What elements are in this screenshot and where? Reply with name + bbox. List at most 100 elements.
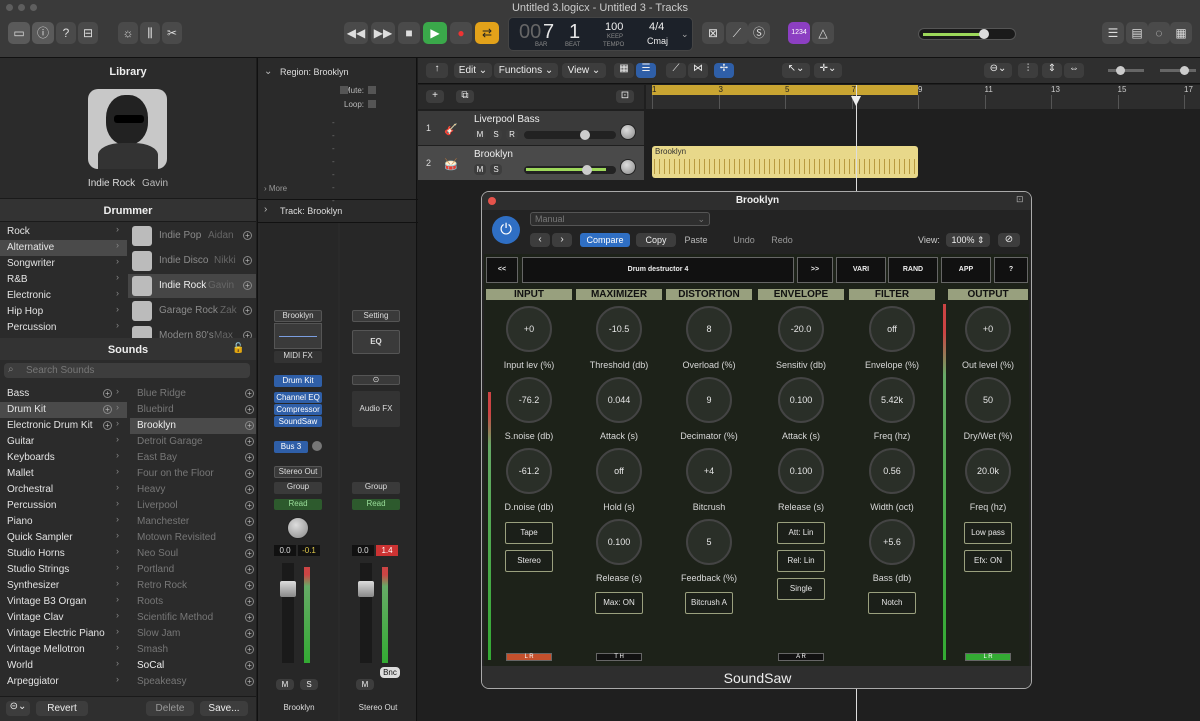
setting-toggle-input[interactable]: Stereo xyxy=(505,550,553,572)
audio-fx-slot[interactable]: Audio FX xyxy=(352,391,400,427)
horizontal-zoom-icon[interactable]: ⇔ xyxy=(1064,63,1084,78)
add-icon[interactable]: + xyxy=(245,533,254,542)
automation-icon[interactable]: ⟋ xyxy=(666,63,686,78)
track-2-mute-button[interactable]: M xyxy=(474,164,486,175)
sound-patch-item[interactable]: Roots xyxy=(130,594,256,610)
add-icon[interactable]: + xyxy=(245,581,254,590)
drummer-region[interactable]: Brooklyn xyxy=(652,146,918,178)
mixer-icon[interactable]: ⫼ xyxy=(140,22,160,44)
notepad-icon[interactable]: ▤ xyxy=(1126,22,1148,44)
paste-button[interactable]: Paste xyxy=(678,233,714,247)
add-icon[interactable]: + xyxy=(245,517,254,526)
count-in-button[interactable]: 1234 xyxy=(788,22,810,44)
automation-read-2[interactable]: Read xyxy=(352,499,400,510)
catch-icon[interactable]: ✢ xyxy=(714,63,734,78)
app-button[interactable]: APP xyxy=(941,257,991,283)
solo-button[interactable]: S xyxy=(300,679,318,690)
add-track-icon[interactable]: + xyxy=(426,90,444,103)
library-icon[interactable]: ▭ xyxy=(8,22,30,44)
drummer-kit-item[interactable]: Indie Rock Gavin + xyxy=(128,274,256,298)
lock-icon[interactable]: 🔓 xyxy=(232,343,244,354)
plugin-resize-icon[interactable]: ⊡ xyxy=(1016,194,1024,205)
search-sounds-field[interactable]: ⌕ Search Sounds xyxy=(4,363,250,378)
bounce-button[interactable]: Bnc xyxy=(380,667,400,678)
sound-category-item[interactable]: Synthesizer xyxy=(0,578,127,594)
undo-button[interactable]: Undo xyxy=(726,233,762,247)
delete-button[interactable]: Delete xyxy=(146,701,194,716)
master-volume-knob[interactable] xyxy=(979,29,989,39)
cycle-icon[interactable]: ⇄ xyxy=(475,22,499,44)
sound-category-item[interactable]: Mallet xyxy=(0,466,127,482)
save-button[interactable]: Save... xyxy=(200,701,248,716)
add-icon[interactable]: + xyxy=(245,629,254,638)
volume-fader-track-2[interactable] xyxy=(358,563,374,663)
ruler[interactable]: 1 3 5 7 9 11 13 15 17 xyxy=(646,85,1200,109)
sound-patch-item[interactable]: Manchester xyxy=(130,514,256,530)
setting-toggle-env[interactable]: Att: Lin xyxy=(777,522,825,544)
sound-category-item[interactable]: Quick Sampler xyxy=(0,530,127,546)
mute-checkbox[interactable] xyxy=(368,86,376,94)
add-icon[interactable]: + xyxy=(243,231,252,240)
sound-category-item[interactable]: Keyboards xyxy=(0,450,127,466)
add-icon[interactable]: + xyxy=(103,421,112,430)
add-icon[interactable]: + xyxy=(243,256,252,265)
genre-item[interactable]: R&B xyxy=(0,272,127,288)
send-slot[interactable]: Bus 3 xyxy=(274,441,308,453)
redo-button[interactable]: Redo xyxy=(764,233,800,247)
sound-category-item[interactable]: Orchestral xyxy=(0,482,127,498)
volume-fader-handle[interactable] xyxy=(280,581,296,597)
genre-item[interactable]: Songwriter xyxy=(0,256,127,272)
add-icon[interactable]: + xyxy=(245,469,254,478)
sound-category-item[interactable]: Studio Strings xyxy=(0,562,127,578)
sound-category-item[interactable]: Vintage Electric Piano xyxy=(0,626,127,642)
link-icon[interactable]: ⊙ xyxy=(352,375,400,385)
group-slot-2[interactable]: Group xyxy=(352,482,400,494)
automation-read[interactable]: Read xyxy=(274,499,322,510)
setting-toggle-dist[interactable]: Bitcrush A xyxy=(685,592,733,614)
edit-menu[interactable]: Edit ⌄ xyxy=(454,63,492,78)
snap-menu-icon[interactable]: ⊖⌄ xyxy=(984,63,1012,78)
setting-toggle-out[interactable]: Low pass xyxy=(964,522,1012,544)
metronome-icon[interactable]: △ xyxy=(812,22,834,44)
horizontal-zoom-slider[interactable] xyxy=(1160,66,1196,75)
sound-patch-item[interactable]: Speakeasy xyxy=(130,674,256,690)
sound-patch-item[interactable]: Four on the Floor xyxy=(130,466,256,482)
tuner-icon[interactable]: ⟋ xyxy=(726,22,748,44)
add-icon[interactable]: + xyxy=(245,421,254,430)
sound-patch-item[interactable]: Detroit Garage xyxy=(130,434,256,450)
vertical-zoom-icon[interactable]: ⇕ xyxy=(1042,63,1062,78)
marquee-tool-icon[interactable]: ✛⌄ xyxy=(814,63,842,78)
drummer-kit-item[interactable]: Indie Pop Aidan + xyxy=(128,224,256,248)
add-icon[interactable]: + xyxy=(245,389,254,398)
revert-button[interactable]: Revert xyxy=(36,701,88,716)
sound-patch-item[interactable]: Neo Soul xyxy=(130,546,256,562)
add-icon[interactable]: + xyxy=(245,501,254,510)
stop-icon[interactable]: ■ xyxy=(398,22,420,44)
add-icon[interactable]: + xyxy=(245,485,254,494)
drummer-kit-item[interactable]: Indie Disco Nikki + xyxy=(128,249,256,273)
add-icon[interactable]: + xyxy=(245,645,254,654)
more-toggle[interactable]: › More xyxy=(264,184,287,193)
add-icon[interactable]: + xyxy=(245,597,254,606)
instrument-slot[interactable]: Drum Kit xyxy=(274,375,322,387)
list-view-icon[interactable]: ☰ xyxy=(636,63,656,78)
track-name-1[interactable]: Liverpool Bass xyxy=(474,114,540,125)
setting-toggle-input[interactable]: Tape xyxy=(505,522,553,544)
volume-fader-track[interactable] xyxy=(280,563,296,663)
sound-patch-item[interactable]: Portland xyxy=(130,562,256,578)
track-2-pan-knob[interactable] xyxy=(620,159,636,175)
add-icon[interactable]: + xyxy=(243,281,252,290)
sound-category-item[interactable]: Percussion xyxy=(0,498,127,514)
add-icon[interactable]: + xyxy=(245,549,254,558)
preset-menu[interactable]: Manual ⌄ xyxy=(530,212,710,226)
setting-toggle-env[interactable]: Rel: Lin xyxy=(777,550,825,572)
track-name-2[interactable]: Brooklyn xyxy=(474,149,513,160)
sound-category-item[interactable]: Vintage Clav xyxy=(0,610,127,626)
solo-icon[interactable]: Ⓢ xyxy=(748,22,770,44)
power-button[interactable]: ⏻ xyxy=(492,216,520,244)
sound-category-item[interactable]: Vintage Mellotron xyxy=(0,642,127,658)
inspector-icon[interactable]: ⓘ xyxy=(32,22,54,44)
group-slot[interactable]: Group xyxy=(274,482,322,494)
setting-toggle-max[interactable]: Max: ON xyxy=(595,592,643,614)
mute-button-2[interactable]: M xyxy=(356,679,374,690)
